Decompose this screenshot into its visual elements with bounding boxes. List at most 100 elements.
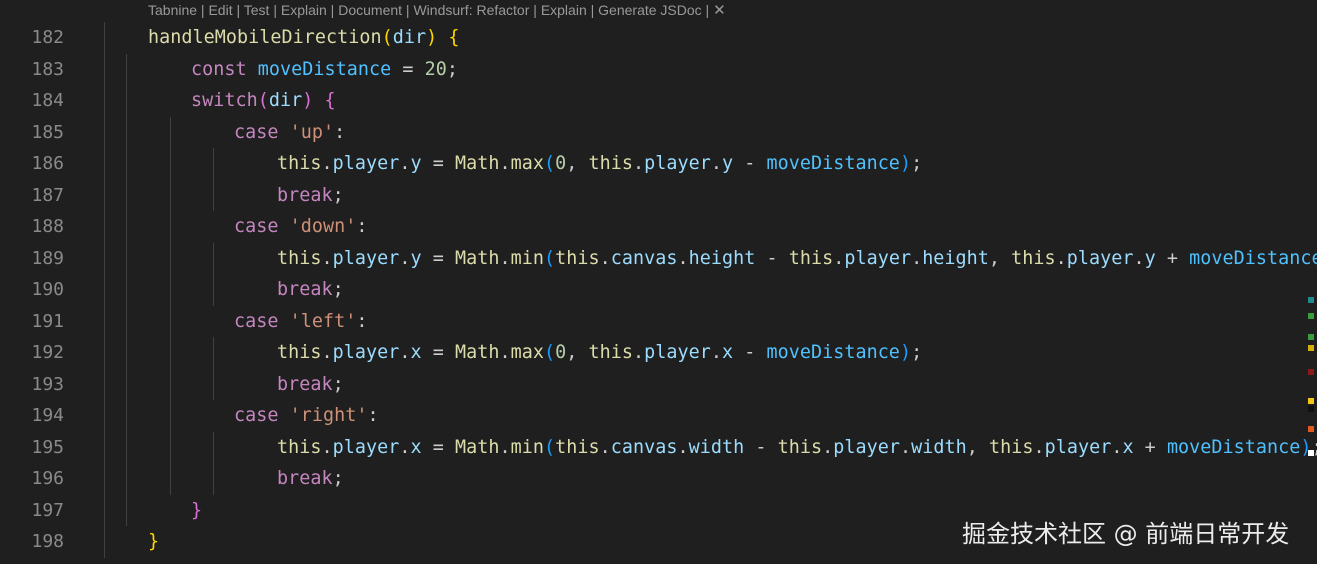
scrollbar-marker — [1308, 297, 1314, 303]
code-token: { — [324, 90, 336, 111]
code-token: player — [644, 342, 711, 363]
indent-guide — [170, 431, 171, 463]
code-token: ( — [543, 153, 556, 174]
indent-guide — [170, 400, 171, 432]
code-token: ( — [543, 247, 556, 269]
code-line[interactable]: 193 break; — [0, 368, 1317, 400]
indent-guide — [104, 431, 105, 463]
code-token: { — [448, 27, 460, 48]
indent-guide — [126, 116, 127, 148]
line-number: 196 — [31, 468, 64, 489]
code-token: ; — [332, 373, 344, 395]
indent-guide — [104, 85, 105, 117]
code-token: y — [1144, 247, 1156, 269]
code-line[interactable]: 182 handleMobileDirection(dir) { — [0, 22, 1317, 54]
codelens-action[interactable]: Tabnine — [148, 2, 197, 18]
code-token: this — [777, 436, 823, 458]
code-token: player — [332, 342, 400, 363]
indent-guide — [213, 463, 214, 495]
code-token: max — [510, 342, 544, 363]
code-token: . — [399, 247, 411, 269]
codelens-action[interactable]: Windsurf: Refactor — [413, 2, 529, 18]
code-token: . — [677, 247, 689, 269]
code-token: + — [1155, 247, 1190, 269]
indent-guide — [170, 463, 171, 495]
code-token: - — [744, 436, 778, 458]
code-token: . — [833, 247, 845, 269]
codelens-action[interactable]: Explain — [281, 2, 327, 18]
code-token: . — [499, 436, 511, 458]
indent-guide — [126, 368, 127, 400]
code-line[interactable]: 183 const moveDistance = 20; — [0, 53, 1317, 85]
code-token: , — [566, 342, 589, 363]
code-line[interactable]: 192 this.player.x = Math.max(0, this.play… — [0, 337, 1317, 369]
code-token: const — [191, 58, 247, 80]
indent-guide — [170, 368, 171, 400]
code-line[interactable]: 196 break; — [0, 463, 1317, 495]
codelens-action[interactable]: Test — [244, 2, 270, 18]
code-token: canvas — [610, 247, 678, 269]
indent-guide — [126, 179, 127, 211]
code-token: . — [399, 436, 411, 458]
code-token: x — [410, 436, 422, 458]
codelens-action[interactable]: Edit — [208, 2, 232, 18]
code-token: this — [277, 342, 322, 363]
indent-guide — [213, 148, 214, 180]
code-text: handleMobileDirection(dir) { — [148, 22, 459, 54]
code-token: 'up' — [289, 121, 335, 143]
code-line[interactable]: 194 case 'right': — [0, 400, 1317, 432]
code-line[interactable]: 189 this.player.y = Math.min(this.canvas.… — [0, 242, 1317, 274]
indent-guide — [126, 305, 127, 337]
indent-guide — [104, 400, 105, 432]
code-token: player — [332, 247, 400, 269]
code-token: x — [1122, 436, 1134, 458]
indent-guide — [213, 431, 214, 463]
overview-ruler[interactable] — [1303, 0, 1317, 564]
line-number: 190 — [31, 279, 64, 300]
codelens-action[interactable]: Document — [338, 2, 402, 18]
code-token: . — [632, 342, 645, 363]
codelens-action[interactable]: Generate JSDoc — [598, 2, 702, 18]
code-token: player — [1044, 436, 1112, 458]
line-number: 184 — [31, 90, 64, 111]
scrollbar-marker — [1308, 406, 1314, 412]
code-line[interactable]: 186 this.player.y = Math.max(0, this.play… — [0, 148, 1317, 180]
code-token: } — [191, 499, 203, 521]
code-token: this — [788, 247, 834, 269]
codelens-separator: | — [232, 2, 244, 18]
line-number: 198 — [31, 531, 64, 552]
code-token: : — [356, 216, 368, 237]
code-token: . — [599, 247, 611, 269]
code-line[interactable]: 187 break; — [0, 179, 1317, 212]
code-token: moveDistance — [1189, 247, 1317, 269]
code-text: break; — [277, 180, 344, 212]
codelens-action[interactable]: Explain — [541, 2, 587, 18]
indent-guide — [126, 85, 127, 117]
code-token: this — [555, 247, 600, 269]
indent-guide — [126, 431, 127, 463]
indent-guide — [170, 179, 171, 211]
code-token: this — [988, 436, 1034, 458]
indent-guide — [126, 148, 127, 180]
code-token: . — [1055, 247, 1067, 269]
code-line[interactable]: 190 break; — [0, 274, 1317, 306]
codelens-separator: | — [529, 2, 541, 18]
indent-guide — [126, 242, 127, 274]
code-line[interactable]: 195 this.player.x = Math.min(this.canvas.… — [0, 431, 1317, 463]
indent-guide — [170, 116, 171, 148]
close-icon[interactable]: ✕ — [713, 2, 726, 19]
code-line[interactable]: 184 switch(dir) { — [0, 85, 1317, 117]
code-token: + — [1133, 436, 1167, 458]
code-token: y — [410, 153, 422, 174]
code-line[interactable]: 185 case 'up': — [0, 116, 1317, 148]
indent-guide — [104, 368, 105, 400]
code-token: this — [277, 153, 322, 174]
code-token: ; — [332, 279, 344, 300]
code-token: . — [1133, 247, 1145, 269]
code-token: = — [421, 436, 455, 458]
code-token: 'right' — [289, 405, 368, 426]
line-number: 189 — [31, 247, 64, 269]
code-line[interactable]: 191 case 'left': — [0, 305, 1317, 337]
scrollbar-marker — [1308, 334, 1314, 340]
code-line[interactable]: 188 case 'down': — [0, 211, 1317, 243]
